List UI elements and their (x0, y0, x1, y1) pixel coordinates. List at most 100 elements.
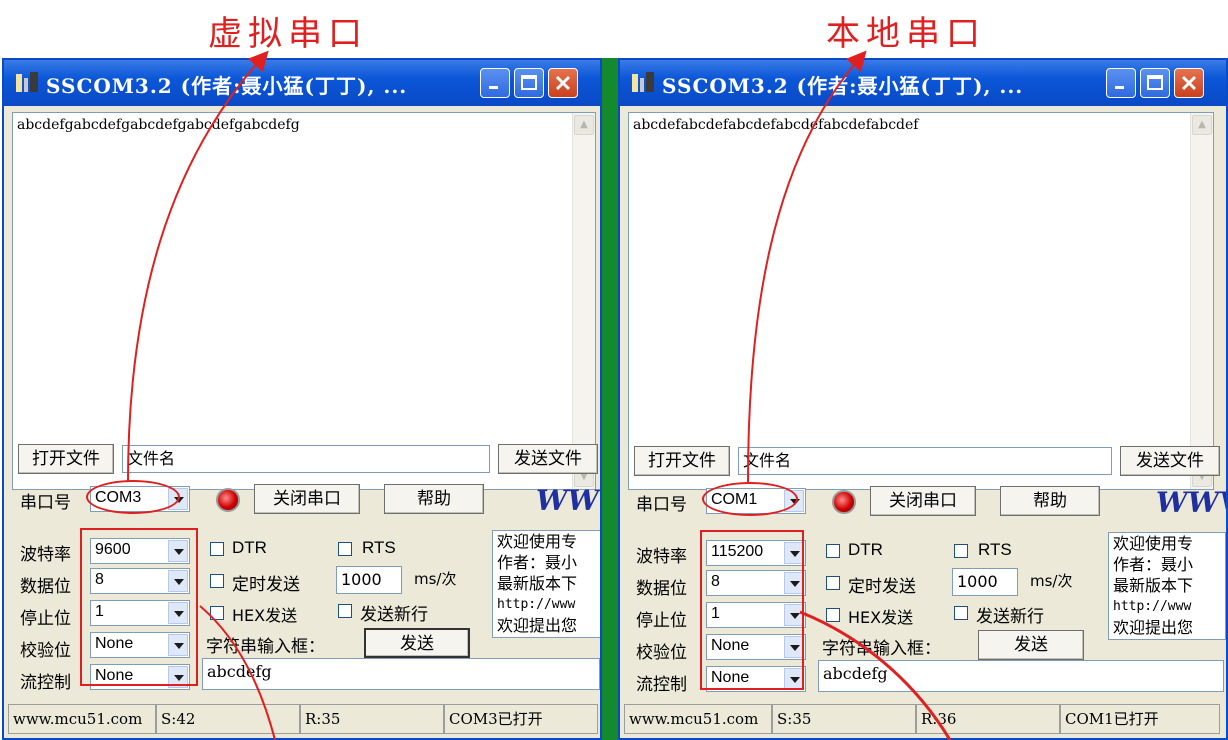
maximize-button[interactable] (514, 68, 544, 98)
vertical-scrollbar[interactable]: ▲ ▼ (572, 113, 595, 489)
interval-unit: ms/次 (414, 570, 457, 588)
baud-label: 波特率 (20, 545, 71, 565)
welcome-panel: 欢迎使用专 作者：聂小 最新版本下 http://www 欢迎提出您 (1108, 532, 1226, 640)
baud-label: 波特率 (636, 547, 687, 567)
rts-label: RTS (978, 540, 1012, 559)
maximize-icon (521, 75, 537, 90)
port-status-led-icon (832, 490, 856, 514)
port-label: 串口号 (636, 495, 687, 515)
send-newline-checkbox[interactable] (338, 604, 352, 618)
minimize-icon (489, 86, 498, 89)
status-bar: www.mcu51.com S:42 R:35 COM3已打开 (4, 702, 600, 738)
scroll-up-icon[interactable]: ▲ (574, 115, 594, 135)
send-input[interactable]: abcdefg (202, 658, 600, 690)
close-port-button[interactable]: 关闭串口 (870, 486, 976, 516)
help-button[interactable]: 帮助 (1000, 486, 1100, 516)
welcome-line: 作者：聂小 (1113, 555, 1194, 574)
filename-field[interactable]: 文件名 (738, 447, 1112, 475)
title-bar[interactable]: SSCOM3.2 (作者:聂小猛(丁丁), ... (4, 60, 600, 106)
timed-send-checkbox[interactable] (210, 574, 224, 588)
welcome-panel: 欢迎使用专 作者：聂小 最新版本下 http://www 欢迎提出您 (492, 530, 600, 638)
dtr-label: DTR (232, 538, 267, 557)
open-file-button[interactable]: 打开文件 (634, 446, 730, 476)
maximize-button[interactable] (1140, 68, 1170, 98)
close-button[interactable] (1174, 68, 1204, 98)
highlight-box-left (80, 528, 198, 686)
window-title: SSCOM3.2 (作者:聂小猛(丁丁), ... (662, 74, 1024, 98)
interval-unit: ms/次 (1030, 572, 1073, 590)
scroll-up-icon[interactable]: ▲ (1192, 115, 1212, 135)
open-file-button[interactable]: 打开文件 (18, 444, 114, 474)
minimize-button[interactable] (1106, 68, 1136, 98)
send-file-button[interactable]: 发送文件 (1120, 446, 1220, 476)
status-sent: S:35 (772, 704, 916, 734)
help-button[interactable]: 帮助 (384, 484, 484, 514)
databits-label: 数据位 (20, 577, 71, 597)
welcome-line: 欢迎提出您 (497, 616, 578, 635)
flow-label: 流控制 (20, 673, 71, 693)
stopbits-label: 停止位 (636, 611, 687, 631)
close-port-button[interactable]: 关闭串口 (254, 484, 360, 514)
title-bar[interactable]: SSCOM3.2 (作者:聂小猛(丁丁), ... (620, 60, 1226, 106)
highlight-box-right (700, 530, 804, 690)
status-state: COM1已打开 (1060, 704, 1220, 734)
input-label: 字符串输入框： (206, 637, 325, 657)
status-state: COM3已打开 (444, 704, 598, 734)
receive-text: abcdefgabcdefgabcdefgabcdefgabcdefg (17, 117, 300, 133)
welcome-line: http://www (497, 597, 576, 612)
timed-send-checkbox[interactable] (826, 576, 840, 590)
send-file-button[interactable]: 发送文件 (498, 444, 598, 474)
welcome-line: http://www (1113, 599, 1192, 614)
input-label: 字符串输入框： (822, 639, 941, 659)
highlight-ellipse-right (702, 482, 798, 516)
close-icon (555, 75, 571, 91)
window-title: SSCOM3.2 (作者:聂小猛(丁丁), ... (46, 74, 408, 98)
filename-field[interactable]: 文件名 (122, 445, 490, 473)
interval-field[interactable]: 1000 (336, 566, 402, 594)
hex-send-checkbox[interactable] (210, 606, 224, 620)
flow-label: 流控制 (636, 675, 687, 695)
minimize-button[interactable] (480, 68, 510, 98)
maximize-icon (1147, 75, 1163, 90)
close-icon (1181, 75, 1197, 91)
status-bar: www.mcu51.com S:35 R:36 COM1已打开 (620, 702, 1226, 738)
website-logo: WWV (536, 484, 600, 517)
status-site: www.mcu51.com (8, 704, 156, 734)
hex-send-checkbox[interactable] (826, 608, 840, 622)
rts-checkbox[interactable] (954, 544, 968, 558)
send-button[interactable]: 发送 (364, 628, 470, 658)
rts-label: RTS (362, 538, 396, 557)
website-logo: WWV (1156, 486, 1226, 519)
status-received: R:36 (916, 704, 1060, 734)
parity-label: 校验位 (20, 641, 71, 661)
status-site: www.mcu51.com (624, 704, 772, 734)
databits-label: 数据位 (636, 579, 687, 599)
vertical-scrollbar[interactable]: ▲ ▼ (1190, 113, 1213, 489)
interval-field[interactable]: 1000 (952, 568, 1018, 596)
welcome-line: 最新版本下 (497, 574, 578, 593)
parity-label: 校验位 (636, 643, 687, 663)
receive-area[interactable]: abcdefabcdefabcdefabcdefabcdefabcdef ▲ ▼ (628, 112, 1214, 490)
annotation-local-port: 本地串口 (826, 14, 986, 54)
dtr-checkbox[interactable] (826, 544, 840, 558)
receive-area[interactable]: abcdefgabcdefgabcdefgabcdefgabcdefg ▲ ▼ (12, 112, 596, 490)
welcome-line: 最新版本下 (1113, 576, 1194, 595)
highlight-ellipse-left (86, 480, 180, 514)
welcome-line: 欢迎提出您 (1113, 618, 1194, 637)
dtr-checkbox[interactable] (210, 542, 224, 556)
receive-text: abcdefabcdefabcdefabcdefabcdefabcdef (633, 117, 919, 133)
rts-checkbox[interactable] (338, 542, 352, 556)
timed-send-label: 定时发送 (848, 577, 916, 597)
annotation-virtual-port: 虚拟串口 (208, 14, 368, 54)
send-newline-label: 发送新行 (360, 605, 428, 625)
send-input[interactable]: abcdefg (818, 660, 1224, 692)
welcome-line: 欢迎使用专 (1113, 534, 1194, 553)
hex-send-label: HEX发送 (848, 608, 914, 627)
send-newline-checkbox[interactable] (954, 606, 968, 620)
send-button[interactable]: 发送 (978, 630, 1084, 660)
dtr-label: DTR (848, 540, 883, 559)
port-label: 串口号 (20, 493, 71, 513)
close-button[interactable] (548, 68, 578, 98)
status-sent: S:42 (156, 704, 300, 734)
status-received: R:35 (300, 704, 444, 734)
